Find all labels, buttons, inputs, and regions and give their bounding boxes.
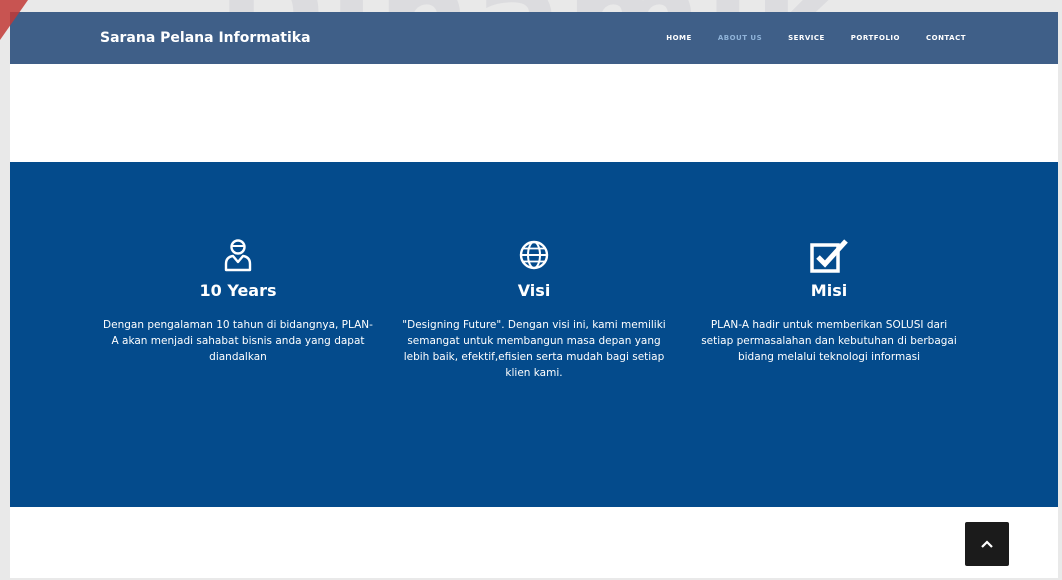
nav-menu: HOME ABOUT US SERVICE PORTFOLIO CONTACT	[666, 12, 966, 64]
check-square-icon	[684, 235, 974, 275]
nav-portfolio[interactable]: PORTFOLIO	[851, 34, 900, 42]
chevron-up-icon	[981, 540, 993, 548]
user-icon	[93, 235, 383, 275]
about-features-section: 10 Years Dengan pengalaman 10 tahun di b…	[10, 162, 1058, 507]
feature-vision: Visi "Designing Future". Dengan visi ini…	[389, 235, 679, 381]
feature-experience: 10 Years Dengan pengalaman 10 tahun di b…	[93, 235, 383, 365]
feature-description: PLAN-A hadir untuk memberikan SOLUSI dar…	[701, 319, 957, 363]
page: Sarana Pelana Informatika HOME ABOUT US …	[10, 12, 1058, 578]
feature-title: 10 Years	[199, 281, 277, 300]
nav-home[interactable]: HOME	[666, 34, 692, 42]
nav-service[interactable]: SERVICE	[788, 34, 825, 42]
scroll-to-top-button[interactable]	[965, 522, 1009, 566]
feature-title: Visi	[517, 281, 551, 300]
nav-contact[interactable]: CONTACT	[926, 34, 966, 42]
navbar: Sarana Pelana Informatika HOME ABOUT US …	[10, 12, 1058, 64]
brand-logo-text[interactable]: Sarana Pelana Informatika	[100, 12, 311, 64]
globe-icon	[389, 235, 679, 275]
feature-description: "Designing Future". Dengan visi ini, kam…	[402, 319, 666, 379]
corner-watermark-mark	[0, 0, 28, 40]
feature-mission: Misi PLAN-A hadir untuk memberikan SOLUS…	[684, 235, 974, 365]
nav-about-us[interactable]: ABOUT US	[718, 34, 762, 42]
feature-title: Misi	[810, 281, 848, 300]
feature-description: Dengan pengalaman 10 tahun di bidangnya,…	[103, 319, 373, 363]
